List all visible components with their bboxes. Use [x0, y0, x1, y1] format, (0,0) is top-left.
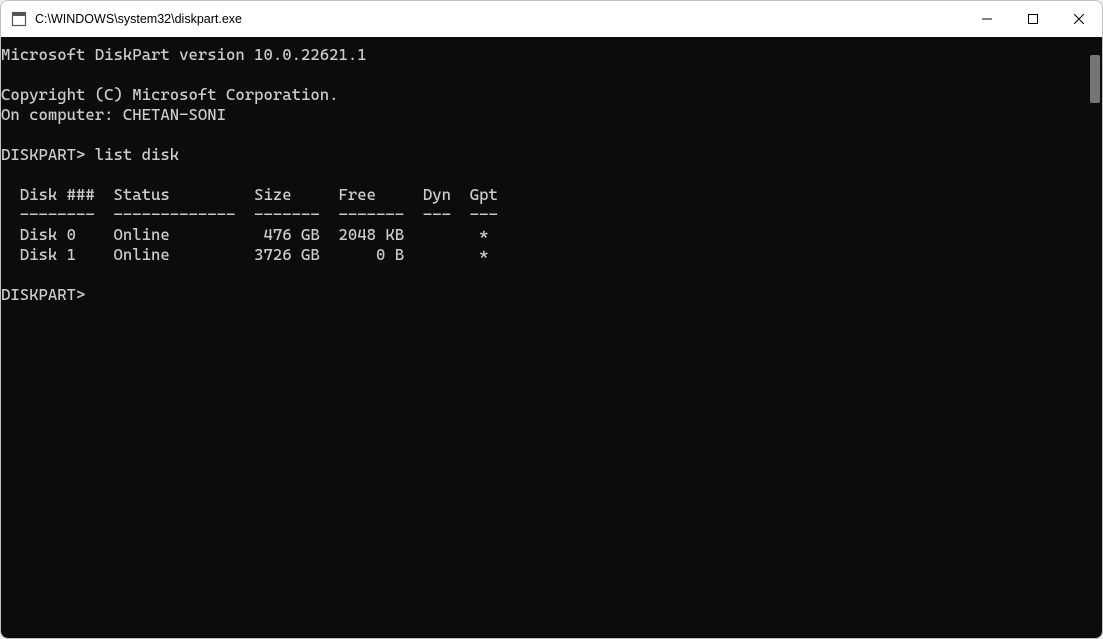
scrollbar-track[interactable] — [1088, 37, 1102, 638]
terminal-line: Microsoft DiskPart version 10.0.22621.1 — [1, 45, 367, 64]
terminal-line: DISKPART> list disk — [1, 145, 179, 164]
maximize-button[interactable] — [1010, 1, 1056, 37]
terminal-line: On computer: CHETAN-SONI — [1, 105, 226, 124]
close-button[interactable] — [1056, 1, 1102, 37]
terminal-content: Microsoft DiskPart version 10.0.22621.1 … — [1, 37, 1102, 305]
window-title: C:\WINDOWS\system32\diskpart.exe — [35, 12, 964, 26]
terminal-area[interactable]: Microsoft DiskPart version 10.0.22621.1 … — [1, 37, 1102, 638]
titlebar[interactable]: C:\WINDOWS\system32\diskpart.exe — [1, 1, 1102, 37]
terminal-line: Disk 1 Online 3726 GB 0 B * — [1, 245, 489, 264]
terminal-line: -------- ------------- ------- ------- -… — [1, 205, 498, 224]
terminal-line: Disk ### Status Size Free Dyn Gpt — [1, 185, 498, 204]
minimize-button[interactable] — [964, 1, 1010, 37]
terminal-line: DISKPART> — [1, 285, 85, 304]
window-controls — [964, 1, 1102, 37]
app-window: C:\WINDOWS\system32\diskpart.exe Microso… — [0, 0, 1103, 639]
app-icon — [11, 11, 27, 27]
scrollbar-thumb[interactable] — [1090, 55, 1100, 103]
terminal-line: Copyright (C) Microsoft Corporation. — [1, 85, 339, 104]
terminal-line: Disk 0 Online 476 GB 2048 KB * — [1, 225, 489, 244]
